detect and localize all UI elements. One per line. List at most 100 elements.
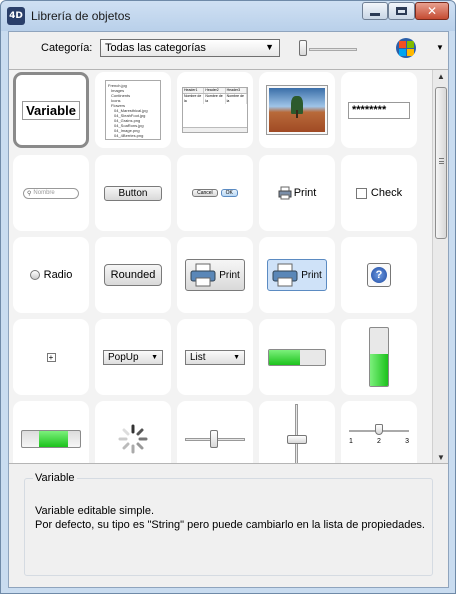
listbox-header-cell: Header1: [183, 88, 205, 93]
listbox-cell: Nombre de la: [204, 94, 226, 104]
ok-button-preview: OK: [220, 189, 238, 197]
tile-password[interactable]: ********: [341, 72, 417, 148]
printer-icon: [190, 263, 216, 287]
windows-theme-icon[interactable]: [396, 38, 416, 58]
tile-vertical-slider[interactable]: [259, 401, 335, 463]
tile-rounded-button[interactable]: Rounded: [95, 237, 171, 313]
listbox-cell: Nombre de la: [226, 94, 247, 104]
loading-spinner-icon: [118, 424, 148, 454]
hierarchical-list-item: 04_4Berries.png: [114, 133, 144, 138]
search-icon: ⚲: [27, 190, 32, 197]
tile-checkbox[interactable]: Check: [341, 155, 417, 231]
ok-cancel-preview: Cancel OK: [192, 189, 238, 197]
tile-listbox[interactable]: Header1 Header2 Header3 Nombre de la Nombre…: [177, 72, 253, 148]
library-panel: Categoría: Todas las categorías ▼ ▼ Vari…: [8, 31, 449, 588]
popup-label: PopUp: [108, 351, 139, 363]
print-link-preview: Print: [278, 186, 317, 200]
description-text: Variable editable simple. Por defecto, s…: [35, 504, 427, 532]
description-group: Variable Variable editable simple. Por d…: [24, 472, 433, 576]
dropdown-list-preview: List ▼: [185, 349, 245, 365]
close-button[interactable]: ✕: [415, 2, 449, 20]
variable-preview: Variable: [22, 100, 80, 120]
description-title: Variable: [33, 472, 77, 484]
maximize-button[interactable]: [388, 2, 415, 20]
close-icon: ✕: [426, 4, 438, 18]
tile-search-field[interactable]: ⚲ Nombre: [13, 155, 89, 231]
progress-indicator-bar: [21, 430, 81, 448]
ruler-tick-label: 1: [349, 438, 353, 445]
tile-radio[interactable]: Radio: [13, 237, 89, 313]
title-bar[interactable]: 4D Librería de objetos ✕: [1, 1, 455, 31]
ruler-slider-preview: 1 2 3: [349, 424, 409, 454]
tile-progress-horizontal[interactable]: [259, 319, 335, 395]
scrollbar-thumb[interactable]: [435, 87, 447, 239]
description-line-2: Por defecto, su tipo es "String" pero pu…: [35, 519, 425, 531]
chevron-down-icon: ▼: [265, 42, 274, 52]
zoom-slider-thumb[interactable]: [299, 40, 307, 56]
button-preview: Button: [104, 185, 162, 201]
minimize-icon: [370, 12, 380, 16]
rounded-button-preview: Rounded: [104, 264, 162, 286]
minimize-button[interactable]: [362, 2, 388, 20]
tile-variable[interactable]: Variable: [13, 72, 89, 148]
maximize-icon: [396, 7, 407, 15]
horizontal-progress-bar: [268, 348, 326, 366]
checkbox-label: Check: [370, 187, 403, 199]
tile-progress-vertical[interactable]: [341, 319, 417, 395]
chevron-down-icon: ▼: [233, 353, 240, 361]
printer-icon: [278, 186, 292, 200]
vertical-slider-preview: [287, 404, 307, 463]
tile-dropdown-list[interactable]: List ▼: [177, 319, 253, 395]
tile-ok-cancel[interactable]: Cancel OK: [177, 155, 253, 231]
tile-picture[interactable]: [259, 72, 335, 148]
tile-help-button[interactable]: ?: [341, 237, 417, 313]
scroll-down-icon[interactable]: ▼: [433, 451, 448, 463]
landscape-picture-icon: [267, 86, 327, 134]
object-grid: Variable French.jpg Images Continents Icons…: [9, 69, 448, 464]
tile-ruler-slider[interactable]: 1 2 3: [341, 401, 417, 463]
tile-popup-menu[interactable]: PopUp ▼: [95, 319, 171, 395]
grid-scrollbar[interactable]: ▲ ▼: [432, 70, 448, 463]
expand-plus-icon: +: [46, 352, 56, 362]
category-label: Categoría:: [41, 42, 93, 54]
print-link-label: Print: [293, 187, 317, 199]
radio-preview: Radio: [29, 269, 72, 281]
cancel-button-preview: Cancel: [192, 189, 218, 197]
print-button-label: Print: [219, 269, 240, 281]
tile-picture-button[interactable]: Print: [177, 237, 253, 313]
print-button-selected-preview: Print: [267, 259, 327, 291]
listbox-header-cell: Header3: [226, 88, 247, 93]
print-selected-label: Print: [301, 269, 322, 281]
ruler-tick-label: 3: [405, 438, 409, 445]
radio-circle: [29, 270, 40, 280]
category-value: Todas las categorías: [105, 42, 206, 54]
tile-horizontal-slider[interactable]: [177, 401, 253, 463]
checkbox-square: [355, 187, 367, 199]
dropdown-list-label: List: [190, 351, 206, 363]
zoom-slider-track[interactable]: [309, 48, 357, 51]
tile-picture-button-selected[interactable]: Print: [259, 237, 335, 313]
printer-icon: [272, 263, 298, 287]
tile-hierarchical-list[interactable]: French.jpg Images Continents Icons Flowers 04…: [95, 72, 171, 148]
listbox-cell: Nombre de la: [183, 94, 205, 104]
tile-spinner[interactable]: [95, 401, 171, 463]
object-library-window: 4D Librería de objetos ✕ Categoría: Toda…: [0, 0, 456, 594]
horizontal-slider-preview: [185, 429, 245, 449]
window-title: Librería de objetos: [31, 9, 131, 23]
listbox-header-cell: Header2: [204, 88, 226, 93]
help-icon: ?: [371, 267, 387, 283]
tile-print-link[interactable]: Print: [259, 155, 335, 231]
options-menu-arrow-icon[interactable]: ▼: [436, 43, 444, 52]
vertical-progress-fill: [370, 354, 388, 386]
tile-progress-indicator[interactable]: [13, 401, 89, 463]
4d-app-icon: 4D: [7, 7, 25, 25]
tile-button[interactable]: Button: [95, 155, 171, 231]
description-line-1: Variable editable simple.: [35, 505, 155, 517]
hierarchical-list-preview: French.jpg Images Continents Icons Flowers 04…: [105, 80, 161, 140]
checkbox-preview: Check: [355, 187, 403, 199]
description-area: Variable Variable editable simple. Por d…: [9, 468, 448, 587]
category-dropdown[interactable]: Todas las categorías ▼: [100, 39, 280, 57]
scroll-up-icon[interactable]: ▲: [433, 70, 448, 84]
vertical-progress-bar: [369, 327, 389, 387]
tile-expand-control[interactable]: +: [13, 319, 89, 395]
